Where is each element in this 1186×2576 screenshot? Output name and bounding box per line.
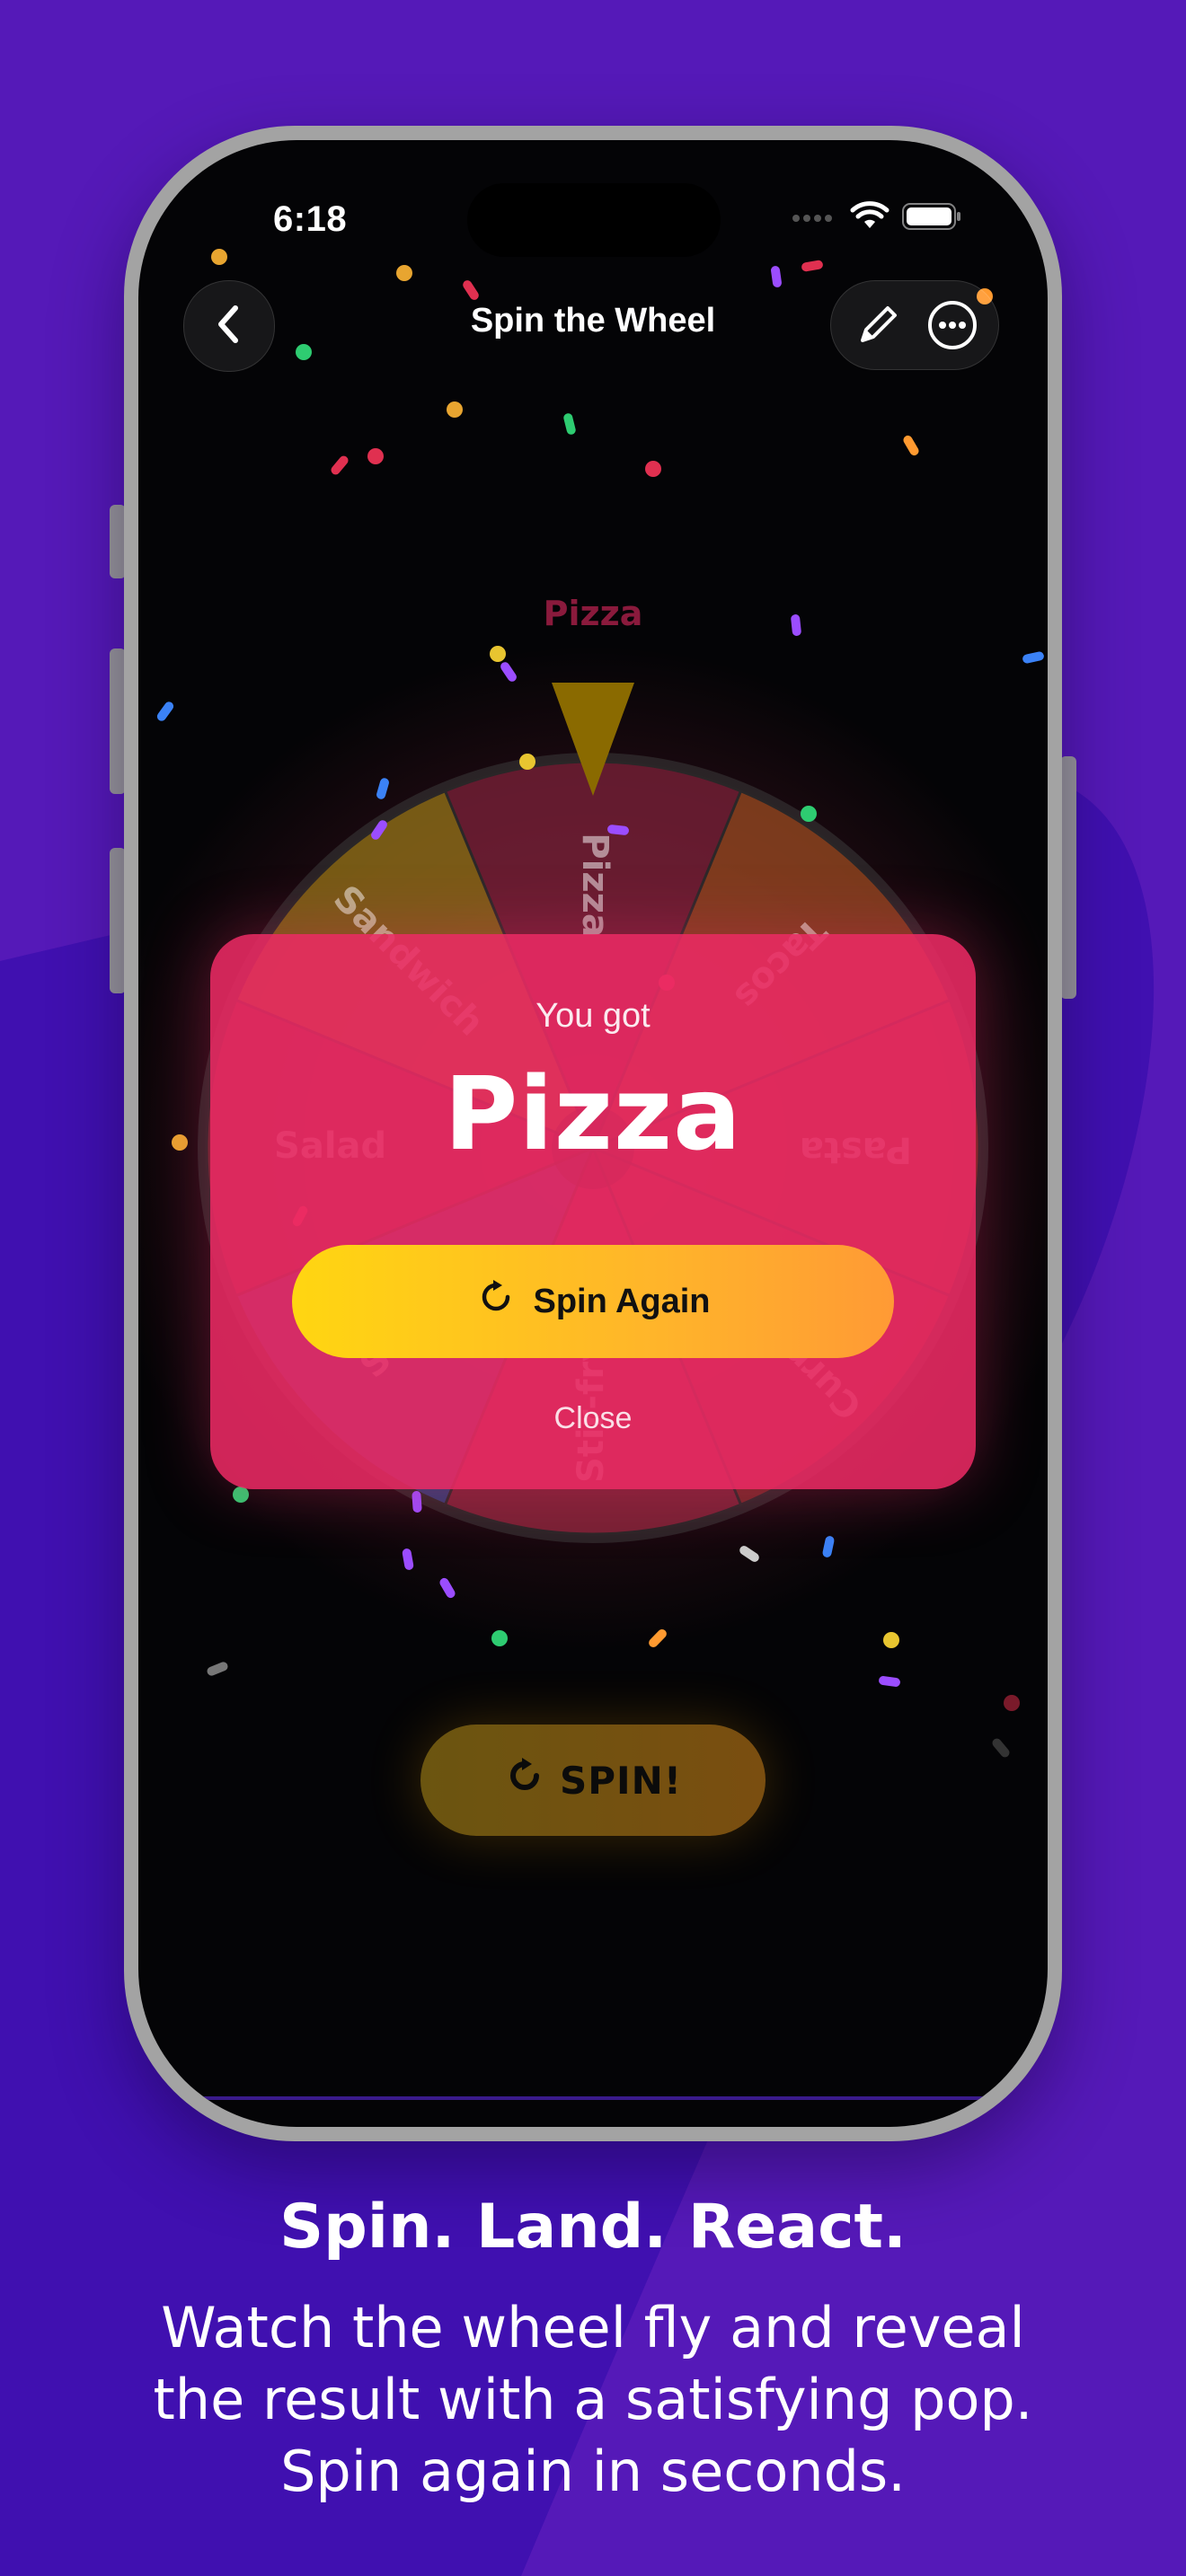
confetti-piece: [296, 344, 312, 360]
confetti-piece: [367, 448, 384, 464]
dynamic-island: [467, 183, 721, 257]
spin-again-label: Spin Again: [533, 1282, 711, 1320]
confetti-piece: [1004, 1695, 1020, 1711]
close-button[interactable]: Close: [210, 1401, 976, 1436]
confetti-piece: [563, 413, 576, 435]
confetti-piece: [233, 1486, 249, 1503]
confetti-piece: [801, 806, 817, 822]
confetti-piece: [211, 249, 227, 265]
wifi-icon: [850, 201, 890, 235]
status-time: 6:18: [273, 199, 348, 239]
confetti-piece: [207, 1662, 228, 1676]
caption-line: the result with a satisfying pop.: [153, 2367, 1033, 2432]
confetti-piece: [490, 646, 506, 662]
caption-line: Watch the wheel fly and reveal: [161, 2295, 1025, 2360]
confetti-piece: [883, 1632, 899, 1648]
nav-actions: [830, 280, 999, 370]
confetti-piece: [396, 265, 412, 281]
confetti-piece: [771, 266, 782, 287]
confetti-piece: [801, 260, 823, 272]
status-icons: [789, 201, 961, 235]
refresh-icon: [475, 1276, 517, 1327]
confetti-piece: [992, 1738, 1010, 1758]
spin-button[interactable]: SPIN!: [420, 1725, 766, 1836]
confetti-piece: [645, 461, 661, 477]
confetti-piece: [491, 1630, 508, 1646]
phone-screen: PizzaTacosPastaCurry BowlStir-frySushiSa…: [138, 140, 1048, 2127]
confetti-piece: [447, 401, 463, 418]
screen-edge-line: [165, 2096, 1021, 2100]
confetti-piece: [172, 1134, 188, 1151]
spin-button-label: SPIN!: [560, 1758, 682, 1803]
power-button: [1060, 756, 1076, 999]
caption-body: Watch the wheel fly and reveal the resul…: [54, 2292, 1132, 2508]
pencil-icon[interactable]: [846, 294, 909, 357]
confetti-piece: [791, 614, 801, 636]
confetti-piece: [903, 435, 919, 456]
more-icon[interactable]: [921, 294, 984, 357]
caption-line: Spin again in seconds.: [280, 2439, 906, 2504]
wheel-segment-label: Pizza: [574, 833, 615, 938]
battery-icon: [902, 202, 961, 234]
confetti-piece: [412, 1491, 422, 1513]
refresh-icon: [504, 1755, 545, 1805]
confetti-piece: [331, 455, 349, 475]
confetti-piece: [463, 280, 479, 300]
confetti-piece: [1022, 651, 1044, 664]
confetti-piece: [519, 754, 535, 770]
result-value: Pizza: [444, 1056, 742, 1173]
caption-title: Spin. Land. React.: [279, 2192, 907, 2263]
spin-again-button[interactable]: Spin Again: [292, 1245, 894, 1358]
result-subtitle: You got: [535, 997, 651, 1035]
confetti-piece: [879, 1676, 900, 1687]
confetti-piece: [156, 701, 174, 721]
cellular-icon: [789, 207, 837, 229]
result-card: You got Pizza Spin Again Close: [210, 934, 976, 1489]
selected-segment-label: Pizza: [544, 594, 643, 633]
